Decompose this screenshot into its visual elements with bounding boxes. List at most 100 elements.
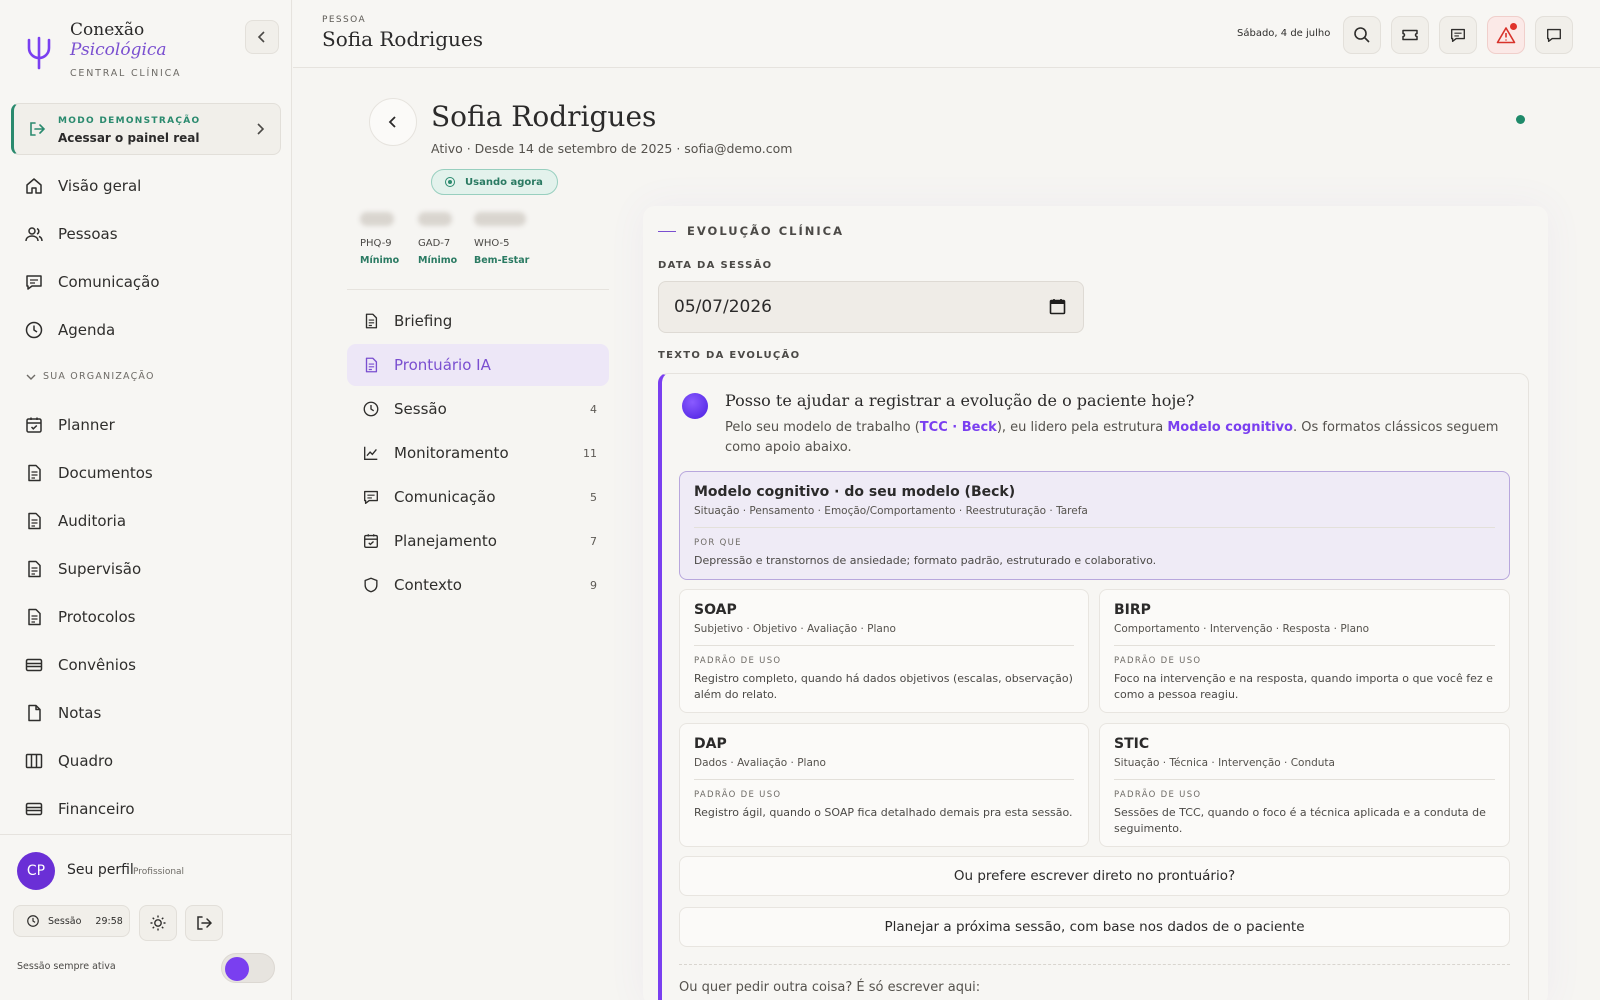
users-icon <box>25 227 43 242</box>
score-phq9[interactable]: PHQ-9 Mínimo <box>360 212 399 266</box>
format-reason-label: POR QUE <box>694 538 742 548</box>
logout-icon <box>197 916 213 930</box>
format-usage: Registro ágil, quando o SOAP fica detalh… <box>694 806 1073 819</box>
format-card-soap[interactable]: SOAP Subjetivo · Objetivo · Avaliação · … <box>679 589 1089 713</box>
nav-item-people[interactable]: Pessoas <box>24 219 274 249</box>
profile-link[interactable]: Seu perfil <box>67 862 134 878</box>
nav-item-label: Comunicação <box>58 273 160 291</box>
brand-logo[interactable]: Conexão Psicológica CENTRAL CLÍNICA <box>26 20 181 79</box>
chat-icon <box>364 490 378 504</box>
assistant-description-part: Pelo seu modelo de trabalho ( <box>725 420 920 435</box>
format-sections: Situação · Técnica · Intervenção · Condu… <box>1114 757 1335 769</box>
assistant-description: Pelo seu modelo de trabalho (TCC · Beck)… <box>725 418 1500 458</box>
organization-section-toggle[interactable]: SUA ORGANIZAÇÃO <box>26 371 155 382</box>
feedback-button[interactable] <box>1535 16 1573 54</box>
format-title: BIRP <box>1114 602 1151 618</box>
session-date-input[interactable] <box>658 281 1084 333</box>
nav-item-label: Planner <box>58 416 115 434</box>
divider <box>694 645 1074 646</box>
search-button[interactable] <box>1343 16 1381 54</box>
score-gad7[interactable]: GAD-7 Mínimo <box>418 212 457 266</box>
patient-tab-ai-record[interactable]: Prontuário IA <box>347 344 609 386</box>
patient-tab-monitoring[interactable]: Monitoramento 11 <box>347 432 609 474</box>
back-button[interactable] <box>369 98 417 146</box>
format-sections: Situação · Pensamento · Emoção/Comportam… <box>694 505 1088 517</box>
chart-icon <box>364 446 378 460</box>
nav-item-insurance[interactable]: Convênios <box>24 650 274 680</box>
patient-tab-count: 7 <box>590 534 597 548</box>
logout-button[interactable] <box>185 905 223 941</box>
divider <box>694 779 1074 780</box>
format-card-cognitive-model[interactable]: Modelo cognitivo · do seu modelo (Beck) … <box>679 471 1510 580</box>
session-timer-pill[interactable]: Sessão 29:58 <box>13 905 130 937</box>
patient-tab-label: Monitoramento <box>394 444 509 462</box>
patient-tab-briefing[interactable]: Briefing <box>347 300 609 342</box>
nav-item-protocols[interactable]: Protocolos <box>24 602 274 632</box>
alerts-button[interactable] <box>1487 16 1525 54</box>
ai-orb-icon <box>682 393 708 419</box>
nav-item-overview[interactable]: Visão geral <box>24 171 274 201</box>
assistant-question: Posso te ajudar a registrar a evolução d… <box>725 391 1195 410</box>
collapse-sidebar-button[interactable] <box>245 20 279 54</box>
nav-item-planner[interactable]: Planner <box>24 410 274 440</box>
patient-tab-label: Briefing <box>394 312 453 330</box>
score-name: GAD-7 <box>418 238 451 249</box>
document-icon <box>365 357 378 373</box>
status-badge: Usando agora <box>431 169 558 195</box>
always-active-toggle[interactable] <box>221 953 275 983</box>
score-value-hidden <box>474 212 526 226</box>
chevron-left-icon <box>257 31 265 43</box>
divider <box>347 289 609 290</box>
score-value-hidden <box>418 212 452 226</box>
demo-mode-card[interactable]: MODO DEMONSTRAÇÃO Acessar o painel real <box>11 103 281 155</box>
patient-tab-label: Planejamento <box>394 532 497 550</box>
nav-item-board[interactable]: Quadro <box>24 746 274 776</box>
nav-item-documents[interactable]: Documentos <box>24 458 274 488</box>
score-value-hidden <box>360 212 394 226</box>
nav-item-label: Protocolos <box>58 608 136 626</box>
profile-role: Profissional <box>133 867 185 877</box>
format-card-dap[interactable]: DAP Dados · Avaliação · Plano PADRÃO DE … <box>679 723 1089 847</box>
nav-item-label: Supervisão <box>58 560 142 578</box>
nav-item-agenda[interactable]: Agenda <box>24 315 274 345</box>
patient-tab-communication[interactable]: Comunicação 5 <box>347 476 609 518</box>
topbar-person-name: Sofia Rodrigues <box>322 27 484 51</box>
divider <box>694 527 1495 528</box>
nav-item-finance[interactable]: Financeiro <box>24 794 274 824</box>
calendar-icon[interactable] <box>1049 298 1066 315</box>
nav-item-supervision[interactable]: Supervisão <box>24 554 274 584</box>
write-directly-button[interactable]: Ou prefere escrever direto no prontuário… <box>679 856 1510 896</box>
nav-item-notes[interactable]: Notas <box>24 698 274 728</box>
plan-next-session-button[interactable]: Planejar a próxima sessão, com base nos … <box>679 907 1510 947</box>
score-who5[interactable]: WHO-5 Bem-Estar <box>474 212 529 266</box>
nav-item-audit[interactable]: Auditoria <box>24 506 274 536</box>
theme-toggle-button[interactable] <box>139 905 177 941</box>
radio-dot-icon <box>445 177 455 187</box>
psi-logo-icon <box>27 36 51 70</box>
ticket-button[interactable] <box>1391 16 1429 54</box>
document-icon <box>365 313 378 329</box>
organization-section-label: SUA ORGANIZAÇÃO <box>43 371 155 382</box>
calendar-check-icon <box>364 534 378 548</box>
format-card-stic[interactable]: STIC Situação · Técnica · Intervenção · … <box>1099 723 1510 847</box>
format-sections: Subjetivo · Objetivo · Avaliação · Plano <box>694 623 896 635</box>
avatar[interactable]: CP <box>17 852 55 890</box>
patient-tab-context[interactable]: Contexto 9 <box>347 564 609 606</box>
free-request-prompt: Ou quer pedir outra coisa? É só escrever… <box>679 980 981 995</box>
nav-item-communication[interactable]: Comunicação <box>24 267 274 297</box>
nav-item-label: Financeiro <box>58 800 135 818</box>
demo-mode-label: MODO DEMONSTRAÇÃO <box>58 116 201 126</box>
patient-tab-count: 5 <box>590 490 597 504</box>
message-icon <box>1451 28 1465 42</box>
session-date-label: DATA DA SESSÃO <box>658 260 773 271</box>
patient-tab-label: Contexto <box>394 576 462 594</box>
clock-icon <box>27 915 39 927</box>
format-card-birp[interactable]: BIRP Comportamento · Intervenção · Respo… <box>1099 589 1510 713</box>
patient-tab-planning[interactable]: Planejamento 7 <box>347 520 609 562</box>
messages-button[interactable] <box>1439 16 1477 54</box>
divider <box>1114 779 1495 780</box>
evolution-section-title: EVOLUÇÃO CLÍNICA <box>658 224 844 238</box>
top-bar: PESSOA Sofia Rodrigues Sábado, 4 de julh… <box>293 0 1600 68</box>
patient-tab-session[interactable]: Sessão 4 <box>347 388 609 430</box>
shield-icon <box>364 577 378 593</box>
